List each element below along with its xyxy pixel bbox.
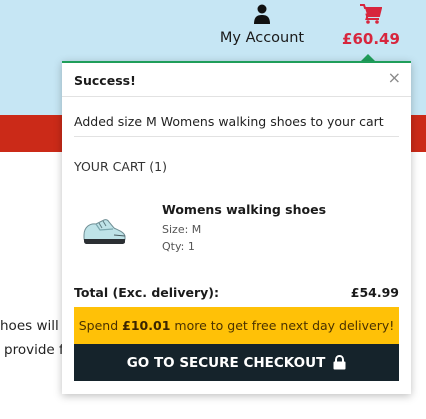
popup-title: Success!	[74, 73, 136, 88]
secure-checkout-button[interactable]: GO TO SECURE CHECKOUT	[74, 344, 399, 381]
body-text-line: provide f	[4, 342, 64, 358]
lock-icon	[333, 355, 346, 370]
success-message: Added size M Womens walking shoes to you…	[74, 114, 384, 129]
basket-link[interactable]: £60.49	[340, 4, 402, 50]
checkout-label: GO TO SECURE CHECKOUT	[126, 354, 326, 371]
promo-amount: £10.01	[122, 318, 171, 333]
add-to-cart-popup: Success! × Added size M Womens walking s…	[62, 61, 411, 394]
total-label: Total (Exc. delivery):	[74, 285, 219, 300]
promo-suffix: more to get free next day delivery!	[174, 318, 395, 333]
product-name[interactable]: Womens walking shoes	[162, 202, 326, 217]
product-quantity: Qty: 1	[162, 240, 195, 253]
free-delivery-banner: Spend £10.01 more to get free next day d…	[74, 307, 399, 344]
product-size: Size: M	[162, 223, 202, 236]
cart-heading: YOUR CART (1)	[74, 159, 167, 174]
body-text-line: hoes will s	[0, 318, 71, 334]
walking-shoe-image[interactable]	[80, 213, 128, 247]
close-icon[interactable]: ×	[388, 70, 401, 86]
my-account-label: My Account	[219, 30, 305, 46]
divider	[74, 136, 399, 137]
shopping-cart-icon	[360, 4, 382, 24]
popup-arrow	[361, 54, 375, 61]
promo-prefix: Spend	[78, 318, 119, 333]
page: My Account £60.49 hoes will s provide f …	[0, 0, 426, 419]
total-value: £54.99	[350, 285, 399, 300]
popup-header: Success! ×	[62, 63, 411, 97]
person-icon	[254, 4, 270, 24]
my-account-link[interactable]: My Account	[218, 4, 306, 50]
basket-total: £60.49	[342, 30, 400, 48]
